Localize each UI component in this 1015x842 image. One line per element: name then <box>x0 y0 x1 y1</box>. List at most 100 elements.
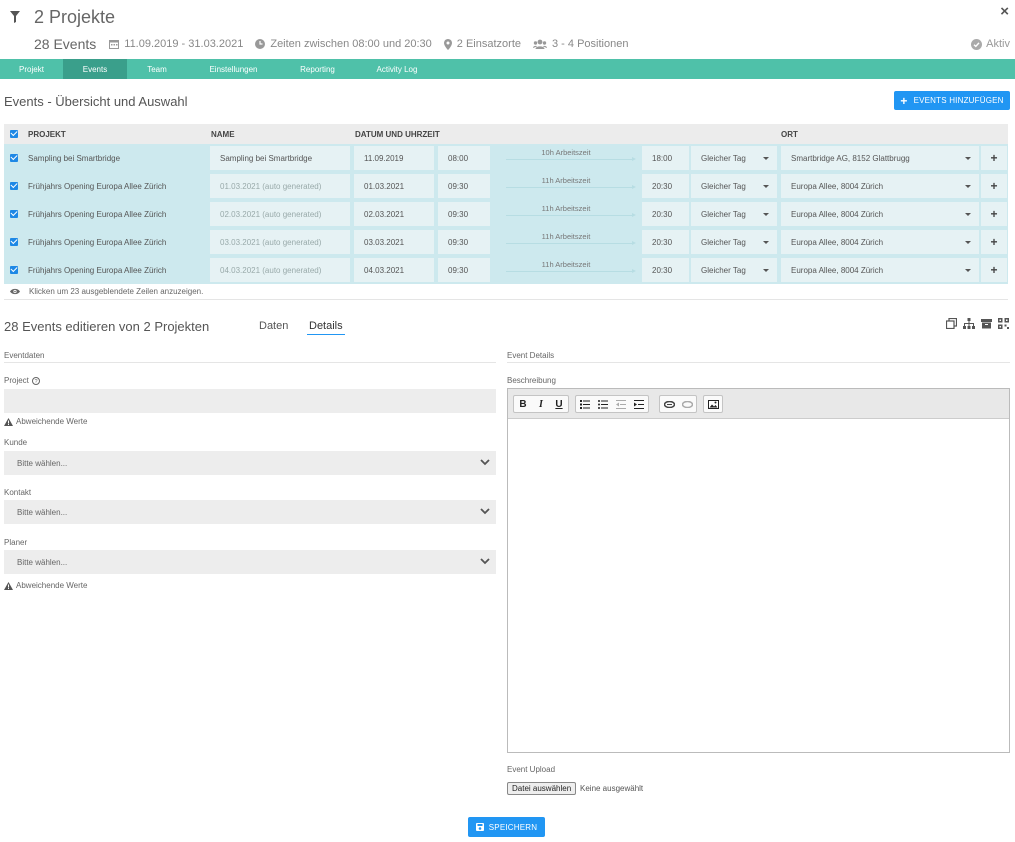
row-name-input[interactable]: 03.03.2021 (auto generated) <box>210 230 350 254</box>
row-name-input[interactable]: Sampling bei Smartbridge <box>210 146 350 170</box>
status-badge: Aktiv <box>971 38 1010 50</box>
tab-activity-log[interactable]: Activity Log <box>355 59 439 79</box>
row-location-select[interactable]: Europa Allee, 8004 Zürich <box>781 258 979 282</box>
file-choose-button[interactable]: Datei auswählen <box>507 782 577 795</box>
row-start-time[interactable]: 08:00 <box>438 146 490 170</box>
eye-icon <box>10 288 20 295</box>
row-checkbox[interactable] <box>10 266 18 274</box>
link-icon[interactable] <box>660 396 678 412</box>
bold-icon[interactable]: B <box>514 396 532 412</box>
tab-team[interactable]: Team <box>127 59 187 79</box>
bullet-list-icon[interactable] <box>594 396 612 412</box>
row-date-input[interactable]: 01.03.2021 <box>354 174 434 198</box>
table-row[interactable]: Sampling bei Smartbridge Sampling bei Sm… <box>4 144 1008 172</box>
tab-reporting[interactable]: Reporting <box>280 59 355 79</box>
row-date-input[interactable]: 11.09.2019 <box>354 146 434 170</box>
row-day-select[interactable]: Gleicher Tag <box>691 258 777 282</box>
select-all-checkbox[interactable] <box>10 130 18 138</box>
row-name-input[interactable]: 01.03.2021 (auto generated) <box>210 174 350 198</box>
row-location-select[interactable]: Europa Allee, 8004 Zürich <box>781 230 979 254</box>
divider <box>4 362 496 363</box>
row-project: Frühjahrs Opening Europa Allee Zürich <box>28 209 167 219</box>
column-header-projekt: PROJEKT <box>28 129 66 139</box>
help-icon[interactable]: ? <box>31 376 40 385</box>
row-end-time[interactable]: 20:30 <box>642 202 689 226</box>
row-start-time[interactable]: 09:30 <box>438 258 490 282</box>
row-day-select[interactable]: Gleicher Tag <box>691 230 777 254</box>
row-location-select[interactable]: Europa Allee, 8004 Zürich <box>781 174 979 198</box>
clock-icon <box>255 39 266 49</box>
positions: 3 - 4 Positionen <box>533 38 628 50</box>
warning-icon <box>4 417 13 426</box>
row-name-input[interactable]: 02.03.2021 (auto generated) <box>210 202 350 226</box>
project-input[interactable] <box>4 389 496 413</box>
ordered-list-icon[interactable] <box>576 396 594 412</box>
edit-section-title: 28 Events editieren von 2 Projekten <box>4 319 210 334</box>
check-circle-icon <box>971 38 983 50</box>
row-checkbox[interactable] <box>10 238 18 246</box>
table-row[interactable]: Frühjahrs Opening Europa Allee Zürich 03… <box>4 228 1008 256</box>
row-end-time[interactable]: 20:30 <box>642 258 689 282</box>
row-end-time[interactable]: 18:00 <box>642 146 689 170</box>
kontakt-select[interactable]: Bitte wählen... <box>4 500 496 524</box>
kunde-select[interactable]: Bitte wählen... <box>4 451 496 475</box>
project-warning: Abweichende Werte <box>4 417 87 426</box>
image-icon[interactable] <box>704 396 722 412</box>
planer-label: Planer <box>4 538 28 547</box>
tab-projekt[interactable]: Projekt <box>0 59 63 79</box>
row-day-select[interactable]: Gleicher Tag <box>691 146 777 170</box>
link-group <box>659 395 697 413</box>
subtab-details[interactable]: Details <box>307 320 345 335</box>
row-location-select[interactable]: Smartbridge AG, 8152 Glattbrugg <box>781 146 979 170</box>
arrow-right-icon <box>506 213 636 217</box>
underline-icon[interactable]: U <box>550 396 568 412</box>
column-header-datum: DATUM UND UHRZEIT <box>355 129 440 139</box>
row-day-select[interactable]: Gleicher Tag <box>691 174 777 198</box>
italic-icon[interactable]: I <box>532 396 550 412</box>
indent-icon[interactable] <box>630 396 648 412</box>
row-day-select[interactable]: Gleicher Tag <box>691 202 777 226</box>
row-checkbox[interactable] <box>10 154 18 162</box>
unlink-icon[interactable] <box>678 396 696 412</box>
outdent-icon[interactable] <box>612 396 630 412</box>
add-row-icon[interactable]: + <box>981 174 1007 198</box>
row-start-time[interactable]: 09:30 <box>438 230 490 254</box>
time-range: Zeiten zwischen 08:00 und 20:30 <box>255 38 432 50</box>
project-label: Project ? <box>4 376 40 385</box>
save-button[interactable]: SPEICHERN <box>468 817 545 837</box>
add-row-icon[interactable]: + <box>981 230 1007 254</box>
summary-bar: 28 Events 11.09.2019 - 31.03.2021 Zeiten… <box>34 36 640 52</box>
description-editor[interactable]: B I U <box>507 388 1010 753</box>
row-end-time[interactable]: 20:30 <box>642 174 689 198</box>
row-start-time[interactable]: 09:30 <box>438 174 490 198</box>
show-hidden-rows-link[interactable]: Klicken um 23 ausgeblendete Zeilen anzuz… <box>10 287 203 296</box>
locations: 2 Einsatzorte <box>443 38 521 50</box>
eventdaten-header: Eventdaten <box>4 351 45 360</box>
archive-icon[interactable] <box>981 318 992 329</box>
planer-select[interactable]: Bitte wählen... <box>4 550 496 574</box>
tab-events[interactable]: Events <box>63 59 127 79</box>
row-date-input[interactable]: 03.03.2021 <box>354 230 434 254</box>
row-location-select[interactable]: Europa Allee, 8004 Zürich <box>781 202 979 226</box>
row-end-time[interactable]: 20:30 <box>642 230 689 254</box>
row-date-input[interactable]: 02.03.2021 <box>354 202 434 226</box>
tab-einstellungen[interactable]: Einstellungen <box>187 59 280 79</box>
qrcode-icon[interactable] <box>998 318 1009 329</box>
copy-icon[interactable] <box>946 318 957 329</box>
add-row-icon[interactable]: + <box>981 146 1007 170</box>
subtab-daten[interactable]: Daten <box>259 320 288 332</box>
chevron-down-icon <box>480 508 490 515</box>
table-row[interactable]: Frühjahrs Opening Europa Allee Zürich 01… <box>4 172 1008 200</box>
add-row-icon[interactable]: + <box>981 202 1007 226</box>
close-icon[interactable]: × <box>1000 3 1009 20</box>
table-row[interactable]: Frühjahrs Opening Europa Allee Zürich 02… <box>4 200 1008 228</box>
row-checkbox[interactable] <box>10 210 18 218</box>
add-events-button[interactable]: + EVENTS HINZUFÜGEN <box>894 91 1010 110</box>
row-date-input[interactable]: 04.03.2021 <box>354 258 434 282</box>
sitemap-icon[interactable] <box>963 318 975 329</box>
row-name-input[interactable]: 04.03.2021 (auto generated) <box>210 258 350 282</box>
row-start-time[interactable]: 09:30 <box>438 202 490 226</box>
row-checkbox[interactable] <box>10 182 18 190</box>
add-row-icon[interactable]: + <box>981 258 1007 282</box>
table-row[interactable]: Frühjahrs Opening Europa Allee Zürich 04… <box>4 256 1008 284</box>
